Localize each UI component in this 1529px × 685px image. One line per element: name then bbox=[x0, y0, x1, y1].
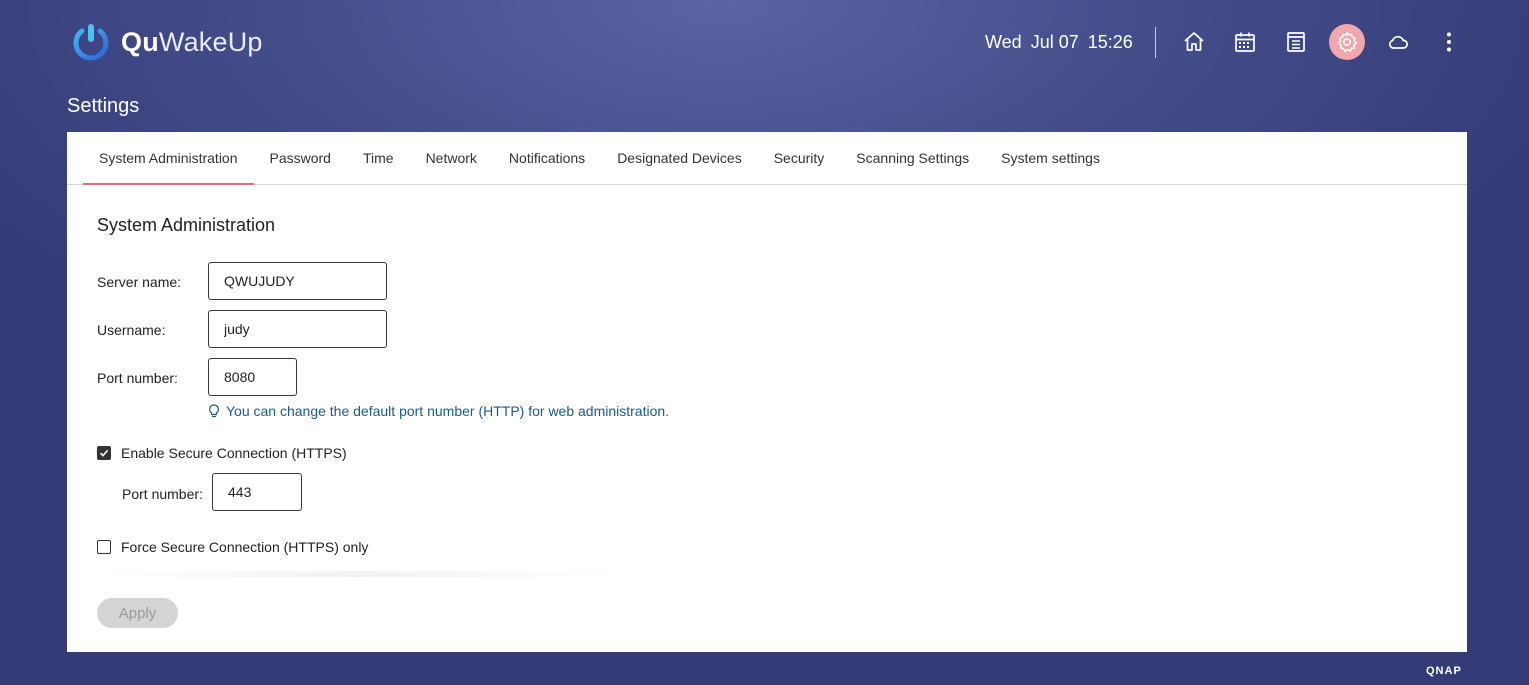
force-https-checkbox[interactable]: Force Secure Connection (HTTPS) only bbox=[97, 539, 368, 555]
calendar-button[interactable] bbox=[1228, 25, 1262, 59]
settings-icon bbox=[1337, 31, 1358, 52]
clock-date: Jul 07 bbox=[1030, 32, 1079, 52]
tab-scanning-settings[interactable]: Scanning Settings bbox=[840, 132, 985, 185]
page-title: Settings bbox=[67, 95, 140, 117]
faded-text-line bbox=[97, 571, 617, 577]
settings-panel: System Administration Password Time Netw… bbox=[67, 132, 1467, 652]
tab-password[interactable]: Password bbox=[254, 132, 347, 185]
port-hint-text: You can change the default port number (… bbox=[226, 403, 670, 419]
tab-system-settings[interactable]: System settings bbox=[985, 132, 1116, 185]
tab-bar: System Administration Password Time Netw… bbox=[67, 132, 1467, 185]
https-port-label: Port number: bbox=[122, 486, 203, 502]
tab-notifications[interactable]: Notifications bbox=[493, 132, 601, 185]
checkbox-unchecked[interactable] bbox=[97, 540, 111, 554]
calendar-icon bbox=[1235, 32, 1255, 52]
log-button[interactable] bbox=[1279, 25, 1313, 59]
username-label: Username: bbox=[97, 322, 166, 338]
port-number-input[interactable] bbox=[208, 358, 297, 396]
server-name-input[interactable] bbox=[208, 262, 387, 300]
tab-security[interactable]: Security bbox=[758, 132, 841, 185]
apply-button[interactable]: Apply bbox=[97, 598, 178, 628]
log-icon bbox=[1287, 32, 1305, 52]
clock-day: Wed bbox=[985, 32, 1022, 52]
home-icon bbox=[1184, 32, 1204, 51]
username-input[interactable] bbox=[208, 310, 387, 348]
enable-https-label: Enable Secure Connection (HTTPS) bbox=[121, 445, 347, 461]
server-name-label: Server name: bbox=[97, 274, 182, 290]
tab-network[interactable]: Network bbox=[410, 132, 493, 185]
settings-button[interactable] bbox=[1329, 24, 1365, 60]
lightbulb-icon bbox=[209, 404, 219, 418]
app-logo: QuWakeUp bbox=[72, 22, 263, 62]
home-button[interactable] bbox=[1177, 25, 1211, 59]
checkbox-checked[interactable] bbox=[97, 446, 111, 460]
force-https-label: Force Secure Connection (HTTPS) only bbox=[121, 539, 369, 555]
cloud-icon bbox=[1389, 35, 1408, 49]
more-button[interactable] bbox=[1432, 25, 1466, 59]
power-plug-icon bbox=[73, 24, 109, 61]
tab-designated-devices[interactable]: Designated Devices bbox=[601, 132, 758, 185]
clock-time: 15:26 bbox=[1087, 32, 1133, 52]
more-icon bbox=[1447, 32, 1451, 52]
check-icon bbox=[99, 449, 109, 457]
https-port-input[interactable] bbox=[212, 473, 302, 511]
port-hint: You can change the default port number (… bbox=[208, 403, 669, 419]
section-title: System Administration bbox=[97, 215, 276, 235]
enable-https-checkbox[interactable]: Enable Secure Connection (HTTPS) bbox=[97, 445, 347, 461]
tab-time[interactable]: Time bbox=[347, 132, 410, 185]
header-divider bbox=[1155, 27, 1156, 58]
port-number-label: Port number: bbox=[97, 370, 178, 386]
app-name: QuWakeUp bbox=[121, 26, 263, 57]
cloud-button[interactable] bbox=[1381, 25, 1415, 59]
clock: Wed Jul 07 15:26 bbox=[985, 32, 1133, 53]
tab-system-administration[interactable]: System Administration bbox=[83, 132, 254, 185]
qnap-logo: QNAP bbox=[1426, 665, 1462, 677]
